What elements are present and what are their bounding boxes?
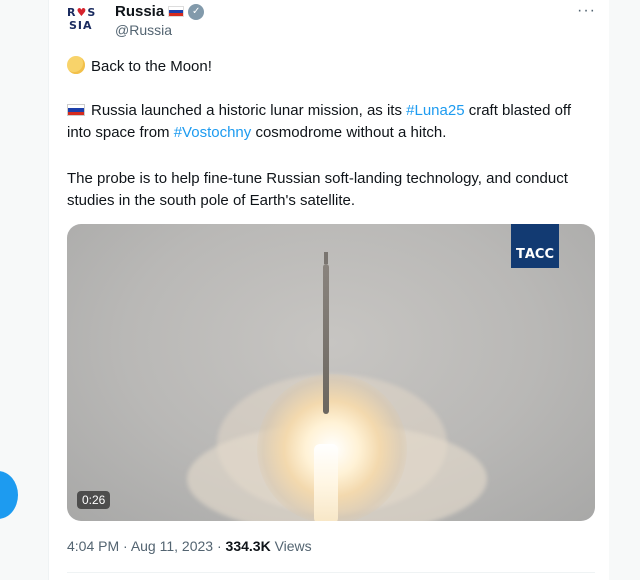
avatar-text-row-1: R♥S: [67, 6, 97, 19]
tweet-paragraph-2: Russia launched a historic lunar mission…: [67, 100, 587, 144]
tweet-card: R♥S SIA Russia ✓ @Russia ··· Back to the…: [48, 0, 610, 580]
tweet-paragraph-3: The probe is to help fine-tune Russian s…: [67, 170, 568, 209]
paragraph-2-text-3: cosmodrome without a hitch.: [251, 124, 447, 141]
avatar[interactable]: R♥S SIA: [67, 6, 107, 38]
paragraph-1-text: Back to the Moon!: [91, 58, 212, 75]
hashtag-luna25-link[interactable]: #Luna25: [406, 102, 464, 119]
exhaust-plume: [314, 444, 338, 521]
meta-separator: ·: [119, 538, 131, 554]
russia-flag-icon: [168, 6, 185, 17]
rocket: [323, 264, 329, 414]
video-duration-badge: 0:26: [77, 491, 111, 509]
tweet-paragraph-1: Back to the Moon!: [67, 56, 587, 78]
full-moon-icon: [67, 56, 85, 74]
more-options-icon[interactable]: ···: [577, 2, 596, 20]
avatar-text-row-2: SIA: [69, 19, 93, 32]
views-label: Views: [270, 538, 312, 554]
tweet-time[interactable]: 4:04 PM: [67, 538, 119, 554]
views-count: 334.3K: [225, 538, 271, 554]
compose-button[interactable]: [0, 471, 18, 519]
russia-flag-icon: [67, 104, 85, 116]
divider: [67, 572, 595, 573]
hashtag-vostochny-link[interactable]: #Vostochny: [174, 124, 252, 141]
author-name-line: Russia ✓: [115, 3, 205, 20]
author-handle[interactable]: @Russia: [115, 22, 172, 38]
right-sidebar: [609, 0, 640, 580]
tweet-meta: 4:04 PM · Aug 11, 2023 · 334.3K Views: [67, 538, 312, 554]
rocket-nose: [324, 252, 328, 264]
tass-watermark-logo: ТАСС: [511, 224, 559, 268]
paragraph-2-text-1: Russia launched a historic lunar mission…: [91, 102, 407, 119]
tweet-date[interactable]: Aug 11, 2023: [131, 538, 213, 554]
meta-separator: ·: [213, 538, 226, 554]
left-sidebar: [0, 0, 48, 580]
author-name[interactable]: Russia: [115, 3, 164, 20]
verified-badge-icon[interactable]: ✓: [188, 3, 205, 20]
video-player[interactable]: ТАСС 0:26: [67, 224, 595, 521]
